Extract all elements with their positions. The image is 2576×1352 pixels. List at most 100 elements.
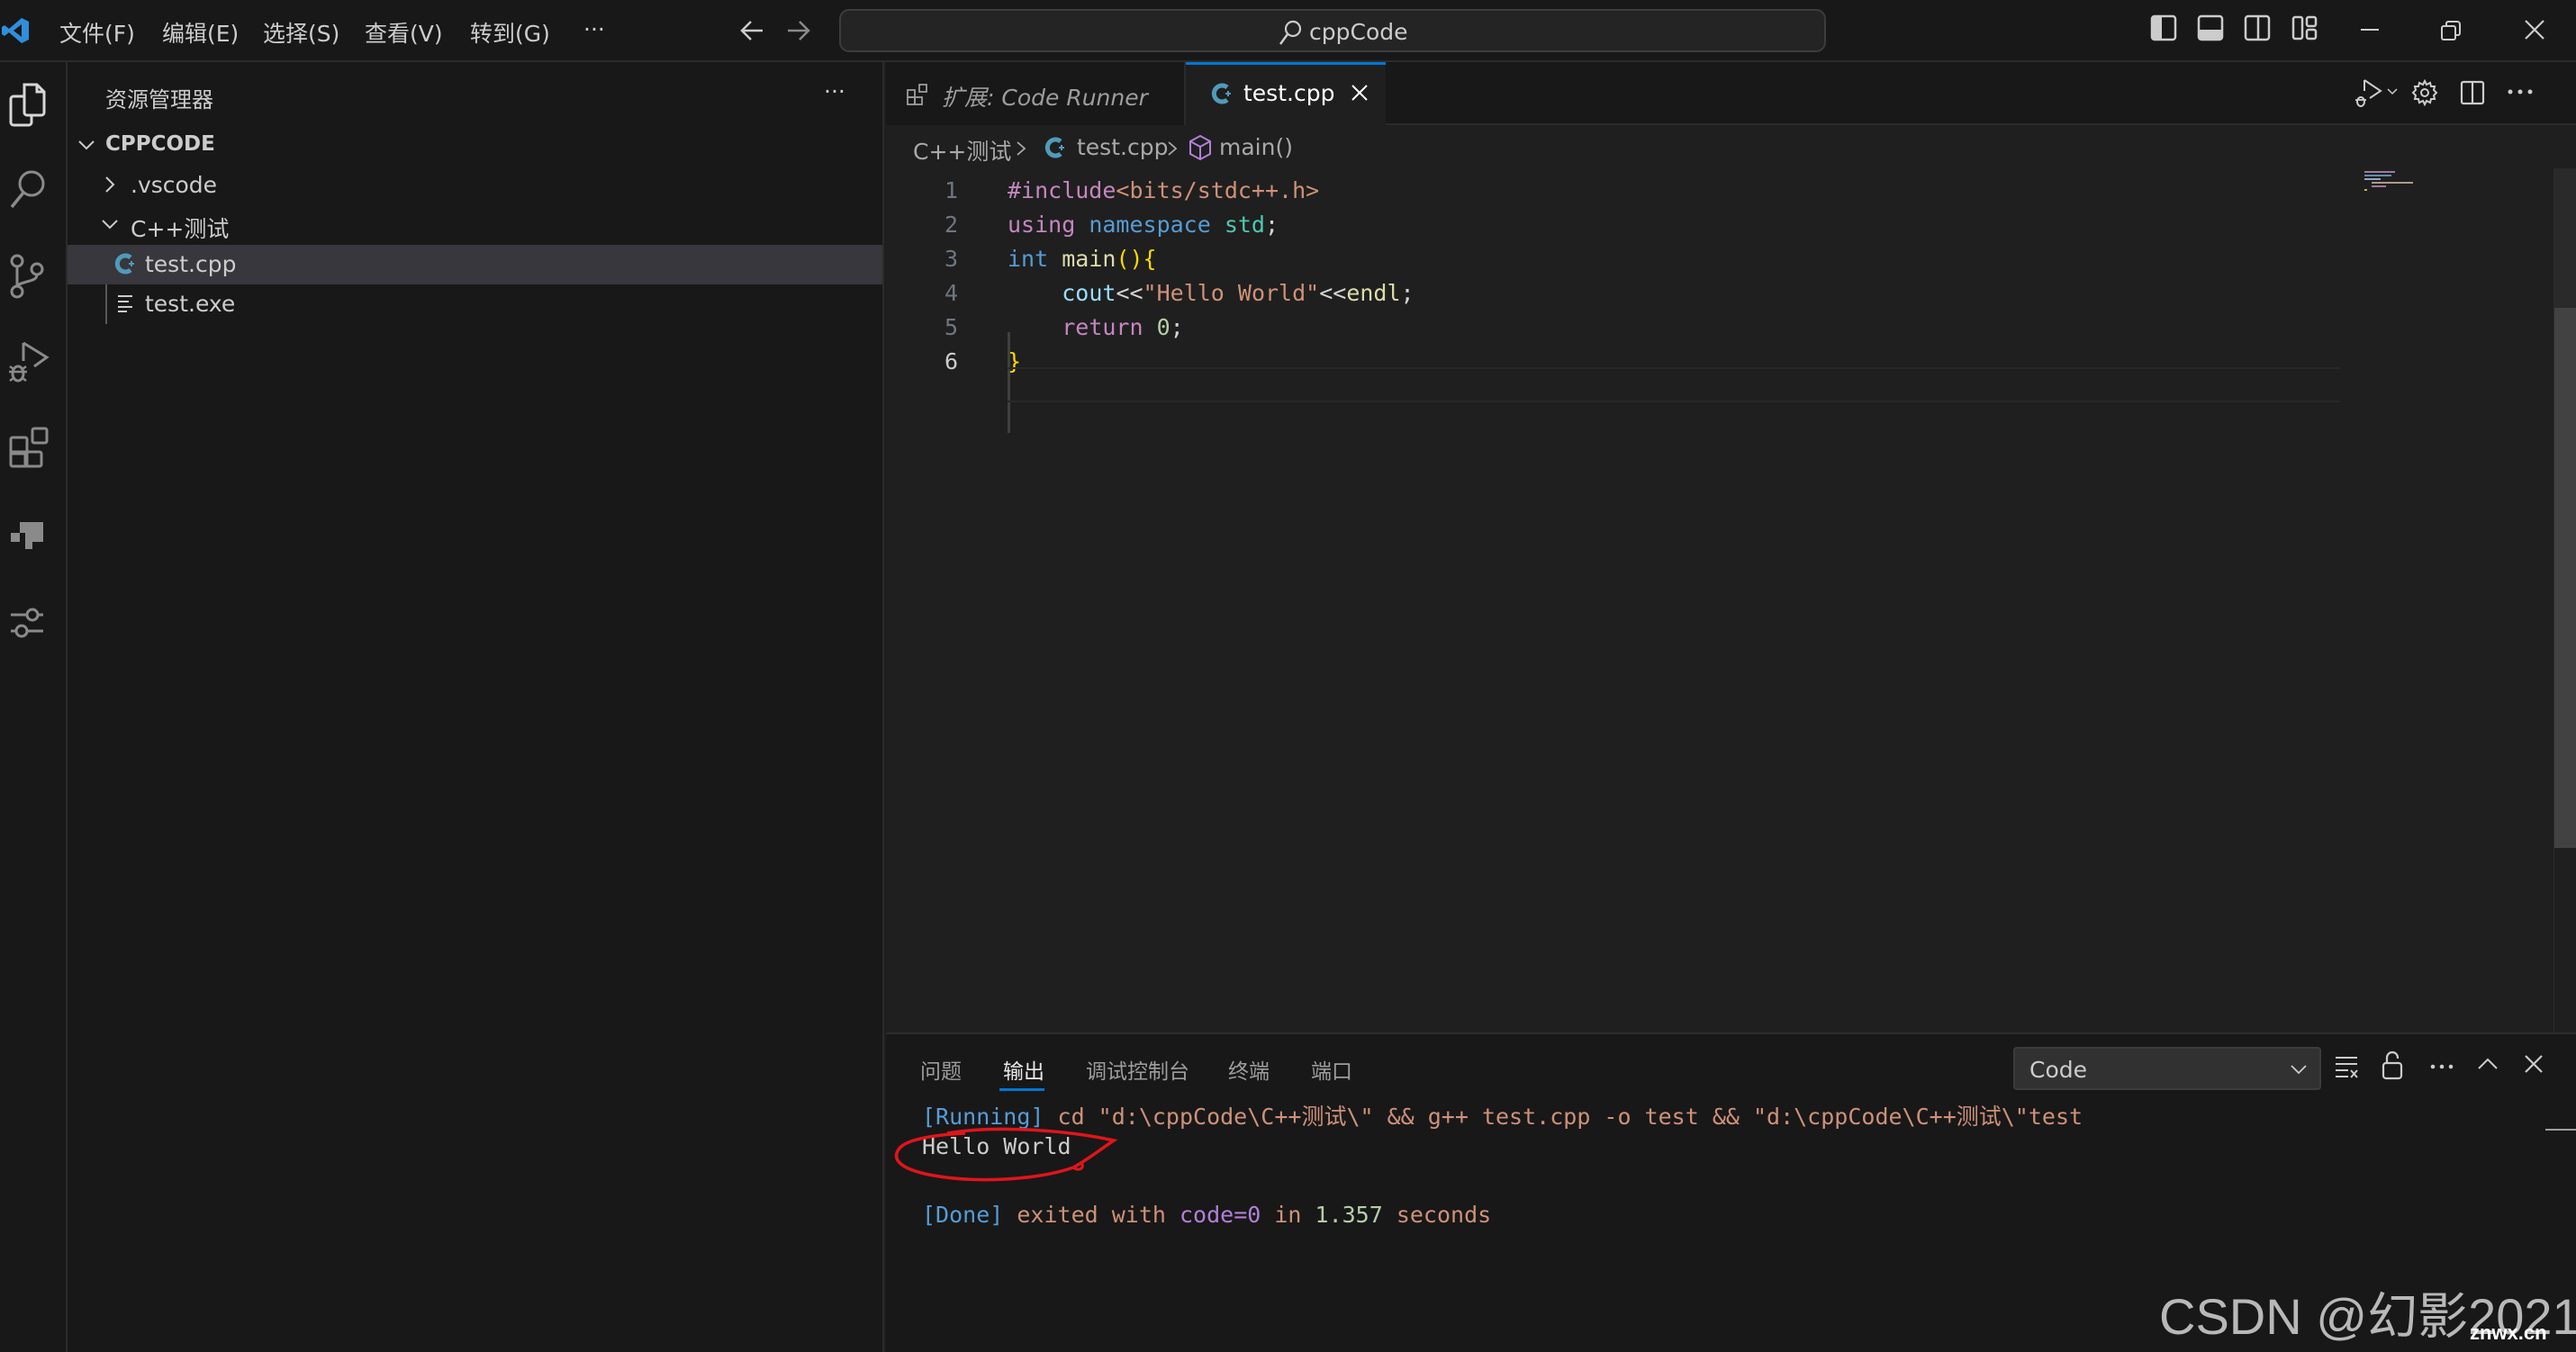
code-token: "Hello World"	[1143, 280, 1320, 306]
code-line[interactable]: return 0;	[1008, 314, 1183, 340]
output-token: exited with	[1003, 1202, 1180, 1228]
toggle-primary-sidebar-icon[interactable]	[2150, 14, 2177, 41]
tree-item-label: C++测试	[131, 216, 230, 242]
code-line[interactable]: cout<<"Hello World"<<endl;	[1008, 280, 1414, 306]
code-line[interactable]: using namespace std;	[1008, 212, 1279, 238]
tab-label: test.cpp	[1243, 80, 1335, 106]
tab-close-icon[interactable]	[1350, 83, 1369, 103]
panel-more-icon[interactable]	[2429, 1062, 2454, 1071]
code-token: 0	[1156, 314, 1170, 340]
tree-item-label: test.cpp	[145, 251, 237, 277]
toggle-secondary-sidebar-icon[interactable]	[2244, 14, 2271, 41]
line-number: 6	[944, 348, 958, 374]
explorer-icon[interactable]	[7, 82, 47, 129]
sidebar-more-button[interactable]: ···	[824, 78, 845, 104]
editor-scrollbar[interactable]	[2553, 168, 2576, 1032]
code-editor[interactable]: 1 #include<bits/stdc++.h> 2 using namespace…	[886, 168, 2576, 1032]
site-watermark: znwx.cn	[2470, 1321, 2547, 1344]
remote-explorer-icon[interactable]	[7, 517, 47, 556]
output-token: code=0	[1179, 1202, 1261, 1228]
close-panel-icon[interactable]	[2523, 1053, 2544, 1075]
current-line-highlight	[1008, 368, 2340, 402]
breadcrumb-file[interactable]: test.cpp	[1077, 134, 1168, 160]
panel-tab-problems[interactable]: 问题	[920, 1054, 962, 1085]
code-token: ()	[1116, 246, 1143, 272]
restore-icon[interactable]	[2440, 20, 2462, 41]
split-editor-icon[interactable]	[2460, 79, 2485, 106]
output-channel-select[interactable]: Code	[2013, 1047, 2321, 1090]
code-token: #include	[1008, 177, 1116, 203]
toggle-panel-icon[interactable]	[2197, 14, 2224, 41]
title-bar: 文件(F) 编辑(E) 选择(S) 查看(V) 转到(G) ··· cppCod…	[0, 0, 2576, 62]
editor-tab-bar: 扩展: Code Runner test.cpp	[886, 62, 2576, 126]
tree-item-cpp-test-folder[interactable]: C++测试	[68, 205, 882, 245]
activity-bar	[0, 62, 68, 1352]
menu-file[interactable]: 文件(F)	[59, 16, 135, 49]
panel-tab-debug-console[interactable]: 调试控制台	[1086, 1054, 1189, 1085]
code-token: <bits/stdc++.h>	[1116, 177, 1320, 203]
maximize-panel-icon[interactable]	[2476, 1055, 2499, 1075]
cpp-file-icon	[1044, 136, 1068, 159]
back-arrow-icon[interactable]	[738, 18, 765, 43]
cpp-file-icon	[114, 252, 138, 275]
chevron-right-icon	[100, 175, 120, 194]
command-center-search[interactable]: cppCode	[839, 9, 1826, 52]
code-line[interactable]: int main(){	[1008, 246, 1157, 272]
search-icon[interactable]	[7, 167, 47, 212]
tree-item-test-exe[interactable]: test.exe	[68, 284, 882, 324]
menu-view[interactable]: 查看(V)	[365, 16, 443, 49]
menu-go[interactable]: 转到(G)	[470, 16, 550, 49]
lock-scroll-icon[interactable]	[2381, 1050, 2404, 1080]
tab-test-cpp[interactable]: test.cpp	[1186, 62, 1386, 126]
tree-item-test-cpp[interactable]: test.cpp	[68, 245, 882, 284]
code-token: namespace	[1089, 212, 1225, 238]
code-token: cout	[1062, 280, 1116, 306]
panel-tab-terminal[interactable]: 终端	[1228, 1054, 1270, 1085]
minimize-icon[interactable]	[2359, 20, 2381, 38]
workspace-root[interactable]: CPPCODE	[68, 126, 882, 166]
chevron-down-icon	[77, 135, 96, 155]
menu-edit[interactable]: 编辑(E)	[162, 16, 239, 49]
output-token: in	[1261, 1202, 1315, 1228]
extensions-icon[interactable]	[7, 425, 50, 470]
breadcrumb-symbol[interactable]: main()	[1219, 134, 1293, 160]
code-token: endl	[1346, 280, 1401, 306]
gear-icon[interactable]	[2411, 79, 2438, 106]
run-and-debug-icon[interactable]	[7, 339, 50, 384]
panel-scrollbar-marker	[2545, 1129, 2576, 1131]
line-number: 1	[944, 177, 958, 203]
source-control-icon[interactable]	[7, 253, 47, 300]
search-icon	[1278, 19, 1303, 46]
breadcrumb-folder[interactable]: C++测试	[913, 134, 1011, 167]
line-number: 3	[944, 246, 958, 272]
customize-layout-icon[interactable]	[2291, 14, 2318, 41]
clear-output-icon[interactable]	[2334, 1053, 2361, 1080]
settings-sync-icon[interactable]	[7, 602, 47, 642]
output-token: [Done]	[922, 1202, 1004, 1228]
chevron-right-icon	[1165, 140, 1180, 158]
more-actions-icon[interactable]	[2507, 87, 2534, 96]
tree-item-vscode[interactable]: .vscode	[68, 166, 882, 205]
tab-code-runner[interactable]: 扩展: Code Runner	[886, 62, 1186, 125]
scrollbar-thumb[interactable]	[2554, 168, 2576, 308]
menu-more[interactable]: ···	[583, 16, 605, 42]
menu-selection[interactable]: 选择(S)	[263, 16, 339, 49]
output-token: cd "d:\cppCode\C++测试\" && g++ test.cpp -…	[1044, 1104, 2083, 1130]
chevron-down-icon	[2289, 1061, 2309, 1077]
forward-arrow-icon[interactable]	[785, 18, 812, 43]
run-debug-dropdown-icon[interactable]	[2354, 75, 2404, 111]
active-tab-indicator	[999, 1088, 1044, 1091]
close-window-icon[interactable]	[2523, 18, 2546, 41]
explorer-sidebar: 资源管理器 ··· CPPCODE .vscode C++测试 test.cpp…	[68, 62, 884, 1352]
scrollbar-slider[interactable]	[2554, 308, 2576, 848]
panel-tab-ports[interactable]: 端口	[1311, 1054, 1352, 1085]
code-line[interactable]: #include<bits/stdc++.h>	[1008, 177, 1319, 203]
panel-tab-output[interactable]: 输出	[1003, 1054, 1044, 1085]
symbol-method-icon	[1189, 134, 1212, 161]
code-token: {	[1143, 246, 1157, 272]
code-token: return	[1062, 314, 1157, 340]
line-number: 4	[944, 280, 958, 306]
minimap[interactable]	[2363, 168, 2426, 195]
cpp-file-icon	[1211, 82, 1234, 105]
